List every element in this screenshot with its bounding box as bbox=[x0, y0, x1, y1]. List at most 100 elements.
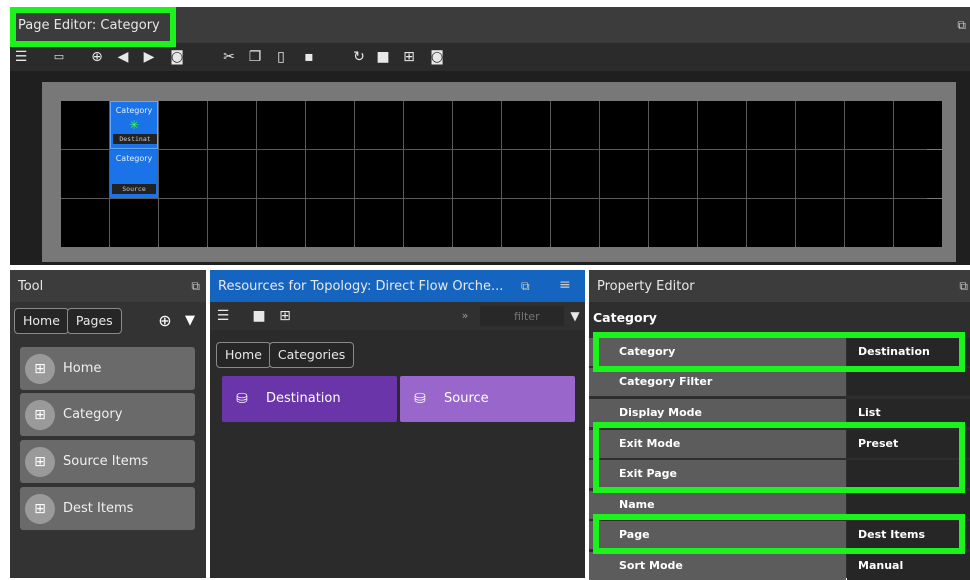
grid-cell[interactable] bbox=[747, 199, 795, 247]
grid-cell[interactable] bbox=[61, 101, 109, 149]
grid-cell[interactable] bbox=[796, 199, 844, 247]
tool-item-dest-items[interactable]: ⊞ Dest Items bbox=[20, 487, 195, 530]
grid-cell[interactable] bbox=[845, 150, 893, 198]
tag-icon[interactable]: ◙ bbox=[428, 48, 446, 66]
grid-cell[interactable] bbox=[208, 199, 256, 247]
undock-icon[interactable]: ⧉ bbox=[957, 18, 966, 33]
back-icon[interactable]: ◀ bbox=[114, 48, 132, 66]
breadcrumb: Home Categories bbox=[216, 342, 355, 368]
grid-cell[interactable] bbox=[551, 150, 599, 198]
grid-cell[interactable] bbox=[698, 199, 746, 247]
undock-icon[interactable]: ⧉ bbox=[959, 279, 968, 294]
tool-item-source-items[interactable]: ⊞ Source Items bbox=[20, 440, 195, 483]
grid-cell[interactable] bbox=[159, 150, 207, 198]
grid-cell[interactable] bbox=[600, 101, 648, 149]
grid-small-icon[interactable]: ⊞ bbox=[276, 307, 294, 325]
grid-cell[interactable] bbox=[355, 101, 403, 149]
grid-cell[interactable] bbox=[649, 101, 697, 149]
grid-cell-selected[interactable]: Category Destinat ✳ bbox=[110, 101, 158, 149]
breadcrumb-home[interactable]: Home bbox=[14, 308, 69, 334]
undock-icon[interactable]: ⧉ bbox=[191, 279, 200, 294]
list-icon[interactable]: ☰ bbox=[12, 48, 30, 66]
grid-cell[interactable] bbox=[159, 199, 207, 247]
property-row-sort-mode[interactable]: Sort Mode Manual bbox=[589, 552, 970, 580]
property-value[interactable]: Manual bbox=[847, 552, 970, 580]
grid-small-icon[interactable]: ⊞ bbox=[400, 48, 418, 66]
grid-cell[interactable] bbox=[208, 150, 256, 198]
resource-tile-source[interactable]: ⛁ Source bbox=[400, 376, 575, 422]
grid-cell[interactable] bbox=[698, 101, 746, 149]
filter-input[interactable] bbox=[480, 306, 564, 326]
grid-cell[interactable] bbox=[845, 101, 893, 149]
breadcrumb-categories[interactable]: Categories bbox=[268, 342, 355, 368]
grid-cell[interactable] bbox=[453, 101, 501, 149]
grid-cell[interactable] bbox=[257, 199, 305, 247]
grid-cell[interactable] bbox=[551, 101, 599, 149]
cell-category-label: Category bbox=[115, 106, 153, 115]
property-row-category-filter[interactable]: Category Filter bbox=[589, 368, 970, 396]
grid-cell[interactable] bbox=[404, 150, 452, 198]
grid-cell[interactable] bbox=[502, 101, 550, 149]
grid-cell[interactable] bbox=[257, 150, 305, 198]
grid-cell[interactable] bbox=[61, 150, 109, 198]
grid-cell[interactable] bbox=[894, 150, 942, 198]
grid-cell[interactable] bbox=[257, 101, 305, 149]
property-value[interactable] bbox=[847, 368, 970, 396]
add-icon[interactable]: ⊕ bbox=[88, 48, 106, 66]
grid-cell[interactable] bbox=[404, 101, 452, 149]
grid-cell[interactable] bbox=[649, 199, 697, 247]
grid-cell[interactable] bbox=[502, 199, 550, 247]
breadcrumb-home[interactable]: Home bbox=[216, 342, 271, 368]
grid-cell[interactable] bbox=[796, 150, 844, 198]
grid-cell[interactable] bbox=[208, 101, 256, 149]
grid-cell[interactable] bbox=[698, 150, 746, 198]
grid-cell[interactable] bbox=[453, 150, 501, 198]
grid-cell[interactable] bbox=[796, 101, 844, 149]
resource-tile-destination[interactable]: ⛁ Destination bbox=[222, 376, 397, 422]
grid-large-icon[interactable]: ■ bbox=[374, 48, 392, 66]
menu-icon[interactable]: ≡ bbox=[559, 277, 571, 293]
chevrons-right-icon[interactable]: » bbox=[456, 307, 474, 325]
grid-cell[interactable] bbox=[355, 150, 403, 198]
resources-toolbar: ☰ ■ ⊞ » ▼ bbox=[210, 302, 585, 330]
grid-cell[interactable] bbox=[306, 150, 354, 198]
resource-tile-label: Destination bbox=[266, 391, 341, 406]
refresh-icon[interactable]: ↻ bbox=[350, 48, 368, 66]
grid-cell-button[interactable]: Category Source bbox=[110, 150, 158, 198]
grid-cell[interactable] bbox=[894, 199, 942, 247]
grid-cell[interactable] bbox=[110, 199, 158, 247]
tag-icon[interactable]: ◙ bbox=[168, 48, 186, 66]
grid-cell[interactable] bbox=[649, 150, 697, 198]
list-icon[interactable]: ☰ bbox=[214, 307, 232, 325]
breadcrumb-pages[interactable]: Pages bbox=[66, 308, 122, 334]
cut-icon[interactable]: ✂ bbox=[220, 48, 238, 66]
add-icon[interactable]: ⊕ bbox=[156, 312, 174, 330]
move-icon[interactable]: ▪ bbox=[300, 48, 318, 66]
undock-icon[interactable]: ⧉ bbox=[521, 279, 530, 294]
grid-cell[interactable] bbox=[894, 101, 942, 149]
grid-cell[interactable] bbox=[600, 199, 648, 247]
grid-cell[interactable] bbox=[551, 199, 599, 247]
grid-cell[interactable] bbox=[404, 199, 452, 247]
filter-icon[interactable]: ▼ bbox=[182, 312, 198, 330]
paste-icon[interactable]: ▯ bbox=[272, 48, 290, 66]
grid-cell[interactable] bbox=[453, 199, 501, 247]
grid-cell[interactable] bbox=[600, 150, 648, 198]
grid-large-icon[interactable]: ■ bbox=[250, 307, 268, 325]
tool-item-category[interactable]: ⊞ Category bbox=[20, 393, 195, 436]
copy-icon[interactable]: ❐ bbox=[246, 48, 264, 66]
grid-cell[interactable] bbox=[747, 150, 795, 198]
grid-cell[interactable] bbox=[306, 199, 354, 247]
grid-cell[interactable] bbox=[61, 199, 109, 247]
grid-cell[interactable] bbox=[306, 101, 354, 149]
card-icon[interactable]: ▭ bbox=[50, 48, 68, 66]
grid-cell[interactable] bbox=[845, 199, 893, 247]
grid-cell[interactable] bbox=[159, 101, 207, 149]
forward-icon[interactable]: ▶ bbox=[140, 48, 158, 66]
tool-item-home[interactable]: ⊞ Home bbox=[20, 347, 195, 390]
grid-cell[interactable] bbox=[355, 199, 403, 247]
grid-cell[interactable] bbox=[502, 150, 550, 198]
filter-icon[interactable]: ▼ bbox=[566, 307, 584, 325]
screen: Page Editor: Category ⧉ ☰ ▭ ⊕ ◀ ▶ ◙ ✂ ❐ … bbox=[0, 0, 970, 580]
grid-cell[interactable] bbox=[747, 101, 795, 149]
